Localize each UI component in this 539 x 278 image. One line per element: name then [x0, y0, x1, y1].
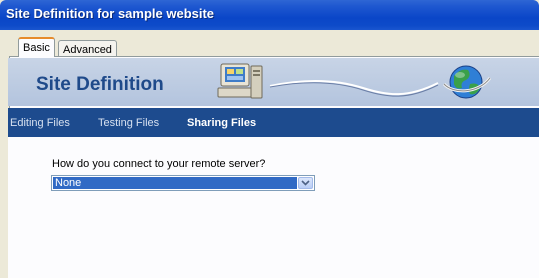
tab-strip: Advanced Basic: [0, 30, 539, 57]
connection-select[interactable]: None: [51, 175, 315, 191]
tab-advanced[interactable]: Advanced: [58, 40, 117, 57]
tab-basic[interactable]: Basic: [18, 37, 55, 57]
banner-illustration: [217, 63, 492, 99]
remote-connection-question: How do you connect to your remote server…: [52, 158, 266, 170]
connection-select-value: None: [53, 177, 297, 189]
chevron-down-icon: [301, 180, 310, 186]
dropdown-button[interactable]: [298, 177, 313, 189]
nav-editing-files[interactable]: Editing Files: [10, 117, 70, 129]
nav-testing-files[interactable]: Testing Files: [98, 117, 159, 129]
form-area: How do you connect to your remote server…: [8, 137, 539, 278]
site-definition-banner: Site Definition: [8, 58, 539, 106]
section-nav: Editing Files Testing Files Sharing File…: [8, 108, 539, 137]
window-title: Site Definition for sample website: [6, 6, 215, 21]
window-titlebar[interactable]: Site Definition for sample website: [0, 0, 539, 30]
computer-icon: [217, 63, 263, 99]
nav-sharing-files[interactable]: Sharing Files: [187, 117, 256, 129]
globe-icon: [442, 65, 492, 99]
